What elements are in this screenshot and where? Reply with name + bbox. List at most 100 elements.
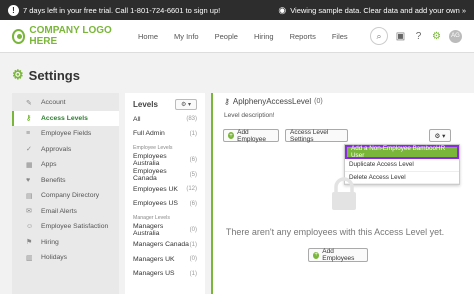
sidebar-item-employee-fields[interactable]: ≡ Employee Fields: [12, 126, 119, 142]
check-icon: ✓: [26, 146, 32, 154]
nav-home[interactable]: Home: [138, 32, 158, 41]
sidebar-item-label: Company Directory: [41, 192, 100, 200]
key-icon: ⚷: [26, 115, 32, 123]
wrench-icon: ✎: [26, 99, 32, 107]
gear-icon: ⚙: [12, 67, 24, 82]
trial-text: 7 days left in your free trial. Call 1-8…: [23, 5, 221, 15]
add-employees-button[interactable]: + Add Employees: [308, 248, 368, 262]
settings-gear-icon[interactable]: ⚙: [431, 31, 442, 42]
access-level-description: Level description!: [224, 112, 275, 119]
level-count: (6): [189, 200, 197, 207]
hiring-icon: ⚑: [26, 239, 33, 247]
access-level-count: (0): [314, 98, 323, 105]
sidebar-item-label: Email Alerts: [41, 207, 77, 215]
nav-my-info[interactable]: My Info: [174, 32, 199, 41]
level-label: Employees Australia: [133, 153, 167, 168]
access-level-settings-label: Access Level Settings: [290, 128, 329, 143]
sample-data-link[interactable]: Viewing sample data. Clear data and add …: [290, 6, 466, 15]
page-title-text: Settings: [28, 67, 80, 83]
level-count: (5): [189, 171, 197, 178]
level-row[interactable]: Managers Australia (0): [133, 223, 197, 238]
level-label: Employees UK: [133, 185, 178, 193]
level-row-all[interactable]: All (83): [133, 112, 197, 127]
nav-hiring[interactable]: Hiring: [254, 32, 274, 41]
inbox-icon[interactable]: ▣: [395, 31, 406, 42]
avatar[interactable]: AG: [449, 29, 462, 43]
level-label: Full Admin: [133, 130, 165, 138]
smile-icon: ☺: [26, 223, 34, 231]
heart-icon: ♥: [26, 176, 31, 184]
directory-icon: ▤: [26, 192, 33, 200]
access-level-title: ⚷ AplphenyAccessLevel (0): [224, 97, 323, 106]
level-row[interactable]: Managers US (1): [133, 267, 197, 282]
info-icon: !: [8, 4, 19, 16]
sidebar-item-hiring[interactable]: ⚑ Hiring: [12, 235, 119, 251]
level-row[interactable]: Managers UK (0): [133, 252, 197, 267]
plus-icon: +: [313, 251, 320, 259]
sidebar-item-label: Employee Fields: [41, 130, 92, 138]
add-employee-label: Add Employee: [237, 128, 267, 143]
manager-levels-heading: Manager Levels: [133, 215, 170, 221]
logo-text: COMPANY LOGO HERE: [29, 25, 112, 47]
page-title: ⚙ Settings: [12, 67, 80, 83]
sidebar-item-label: Access Levels: [41, 114, 88, 122]
search-icon[interactable]: ⌕: [370, 27, 388, 45]
duplicate-access-level-item[interactable]: Duplicate Access Level: [345, 159, 459, 172]
sidebar-item-benefits[interactable]: ♥ Benefits: [12, 173, 119, 189]
sidebar-item-holidays[interactable]: ▥ Holidays: [12, 250, 119, 266]
level-count: (1): [189, 130, 197, 137]
add-non-employee-user-item[interactable]: Add a Non-Employee BambooHR User: [345, 145, 459, 159]
level-count: (83): [186, 116, 197, 123]
sidebar-item-employee-satisfaction[interactable]: ☺ Employee Satisfaction: [12, 219, 119, 235]
sidebar-item-label: Approvals: [41, 145, 72, 153]
actions-gear-button[interactable]: ⚙ ▾: [429, 129, 451, 142]
sidebar-item-apps[interactable]: ▦ Apps: [12, 157, 119, 173]
level-row[interactable]: Employees Canada (5): [133, 168, 197, 183]
level-row[interactable]: Managers Canada (1): [133, 238, 197, 253]
logo-icon: [12, 28, 26, 44]
help-icon[interactable]: ?: [413, 31, 424, 42]
level-count: (1): [189, 241, 197, 248]
add-employee-button[interactable]: + Add Employee: [223, 128, 279, 143]
sidebar-item-account[interactable]: ✎ Account: [12, 95, 119, 111]
level-row[interactable]: Employees UK (12): [133, 182, 197, 197]
company-logo[interactable]: COMPANY LOGO HERE: [12, 25, 126, 47]
mail-icon: ✉: [26, 208, 32, 216]
apps-icon: ▦: [26, 161, 33, 169]
delete-access-level-item[interactable]: Delete Access Level: [345, 172, 459, 184]
sidebar-item-access-levels[interactable]: ⚷ Access Levels: [12, 110, 119, 126]
level-row[interactable]: Employees Australia (6): [133, 153, 197, 168]
sidebar-item-label: Holidays: [41, 254, 68, 262]
calendar-icon: ▥: [26, 254, 33, 262]
level-count: (0): [189, 227, 197, 234]
trial-banner: ! 7 days left in your free trial. Call 1…: [0, 0, 474, 20]
nav-files[interactable]: Files: [332, 32, 348, 41]
eye-icon: ◉: [278, 4, 287, 15]
levels-gear-button[interactable]: ⚙ ▾: [175, 99, 197, 110]
settings-sidebar: ✎ Account ⚷ Access Levels ≡ Employee Fie…: [12, 93, 119, 294]
level-label: All: [133, 115, 141, 123]
access-level-settings-button[interactable]: Access Level Settings: [285, 128, 348, 143]
access-level-name: AplphenyAccessLevel: [232, 97, 312, 106]
level-row[interactable]: Employees US (6): [133, 197, 197, 212]
nav-people[interactable]: People: [215, 32, 238, 41]
sidebar-item-company-directory[interactable]: ▤ Company Directory: [12, 188, 119, 204]
level-label: Managers US: [133, 270, 175, 278]
sidebar-item-approvals[interactable]: ✓ Approvals: [12, 142, 119, 158]
sidebar-item-label: Hiring: [41, 238, 59, 246]
level-count: (12): [186, 186, 197, 193]
nav-reports[interactable]: Reports: [290, 32, 316, 41]
sidebar-item-label: Account: [41, 99, 66, 107]
sidebar-item-email-alerts[interactable]: ✉ Email Alerts: [12, 204, 119, 220]
sidebar-item-label: Employee Satisfaction: [41, 223, 109, 231]
employee-levels-heading: Employee Levels: [133, 145, 173, 151]
main-nav: COMPANY LOGO HERE Home My Info People Hi…: [0, 20, 474, 53]
sidebar-item-label: Apps: [41, 161, 57, 169]
key-icon: ⚷: [224, 97, 230, 106]
lock-icon: [332, 177, 356, 210]
level-label: Employees Canada: [133, 167, 167, 182]
access-level-detail: ⚷ AplphenyAccessLevel (0) Level descript…: [211, 93, 474, 294]
level-count: (6): [189, 157, 197, 164]
level-row-full-admin[interactable]: Full Admin (1): [133, 127, 197, 142]
levels-panel: Levels ⚙ ▾ All (83) Full Admin (1) Emplo…: [125, 93, 205, 294]
